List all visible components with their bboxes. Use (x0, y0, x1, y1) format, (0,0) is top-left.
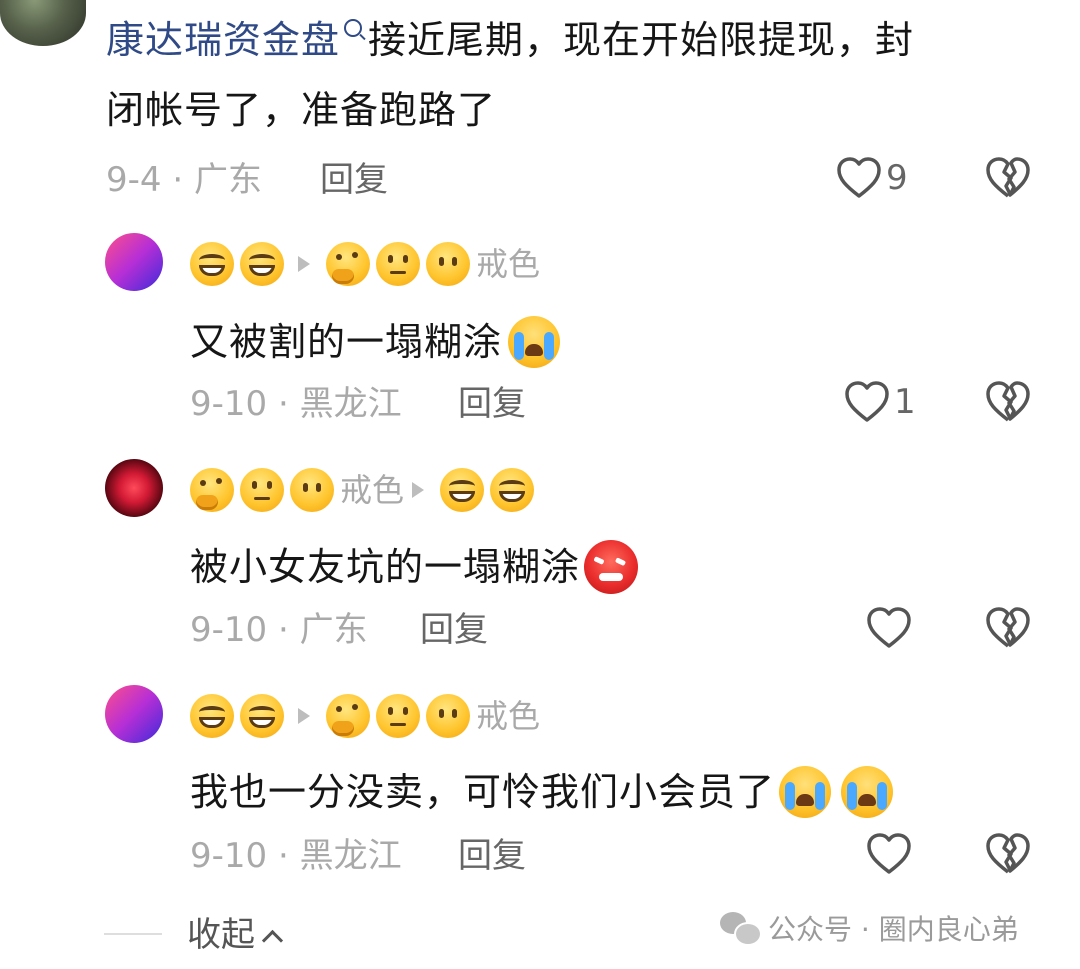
no-mouth-emoji-icon (426, 694, 470, 738)
like-button[interactable]: 9 (836, 156, 908, 200)
crying-emoji-icon (779, 766, 832, 818)
avatar[interactable] (105, 685, 163, 743)
thinking-emoji-icon (190, 468, 234, 512)
thinking-emoji-icon (326, 694, 370, 738)
comment-date-location: 9-10 · 广东 (190, 610, 368, 650)
reply-button[interactable]: 回复 (420, 610, 488, 650)
comment-body: 我也一分没卖，可怜我们小会员了 (190, 770, 776, 814)
reply-arrow-icon (298, 256, 310, 272)
collapse-label: 收起 (187, 915, 255, 955)
search-icon[interactable] (344, 19, 363, 37)
like-count: 1 (894, 382, 916, 422)
divider (104, 933, 162, 935)
like-button[interactable] (866, 832, 916, 876)
reply-arrow-icon (298, 708, 310, 724)
reply-author-row[interactable]: 戒色 (190, 240, 540, 288)
reply-author-row[interactable]: 戒色 (190, 692, 540, 740)
comment-date-location: 9-4 · 广东 (106, 160, 262, 200)
reply-button[interactable]: 回复 (320, 160, 388, 200)
neutral-emoji-icon (376, 242, 420, 286)
avatar[interactable] (0, 0, 86, 46)
grin-emoji-icon (490, 468, 535, 512)
broken-heart-icon (986, 381, 1030, 422)
dislike-button[interactable] (985, 832, 1031, 880)
dislike-button[interactable] (985, 606, 1031, 654)
reply-button[interactable]: 回复 (458, 836, 526, 876)
username-suffix: 戒色 (476, 697, 541, 735)
collapse-button[interactable]: 收起 (187, 915, 284, 955)
comment-body: 被小女友坑的一塌糊涂 (190, 545, 581, 589)
reply-button[interactable]: 回复 (458, 384, 526, 424)
comment-date-location: 9-10 · 黑龙江 (190, 384, 402, 424)
like-button[interactable]: 1 (844, 380, 916, 424)
like-button[interactable] (866, 606, 916, 650)
crying-emoji-icon (841, 766, 894, 818)
wechat-icon (720, 912, 762, 946)
comment-date-location: 9-10 · 黑龙江 (190, 836, 402, 876)
avatar[interactable] (105, 233, 163, 291)
comment-body-line: 接近尾期，现在开始限提现，封 (368, 18, 915, 62)
broken-heart-icon (986, 607, 1030, 648)
heart-icon (867, 833, 911, 874)
grin-emoji-icon (440, 468, 485, 512)
dislike-button[interactable] (985, 156, 1031, 204)
broken-heart-icon (986, 157, 1030, 198)
crying-emoji-icon (508, 316, 561, 368)
grin-emoji-icon (240, 242, 284, 286)
grin-emoji-icon (190, 242, 234, 286)
no-mouth-emoji-icon (290, 468, 334, 512)
broken-heart-icon (986, 833, 1030, 874)
reply-author-row[interactable]: 戒色 (190, 466, 540, 514)
dislike-button[interactable] (985, 380, 1031, 428)
comment-text: 又被割的一塌糊涂 (190, 316, 566, 368)
heart-icon (867, 607, 911, 648)
grin-emoji-icon (240, 694, 284, 738)
chevron-up-icon (261, 929, 284, 952)
watermark-text: 公众号 · 圈内良心弟 (768, 913, 1019, 946)
angry-emoji-icon (584, 540, 639, 594)
heart-icon (845, 381, 889, 422)
thinking-emoji-icon (326, 242, 370, 286)
comment-body: 又被割的一塌糊涂 (190, 320, 503, 364)
username-suffix: 戒色 (476, 245, 541, 283)
comment-text: 被小女友坑的一塌糊涂 (190, 540, 644, 594)
comment-body-line: 闭帐号了，准备跑路了 (106, 88, 497, 132)
watermark: 公众号 · 圈内良心弟 (720, 908, 1019, 948)
grin-emoji-icon (190, 694, 234, 738)
heart-icon (837, 157, 881, 198)
comment-thread: 康达瑞资金盘 接近尾期，现在开始限提现，封 闭帐号了，准备跑路了 9-4 · 广东… (0, 0, 1080, 969)
avatar[interactable] (105, 459, 163, 517)
like-count: 9 (886, 158, 908, 198)
neutral-emoji-icon (376, 694, 420, 738)
comment-text: 康达瑞资金盘 接近尾期，现在开始限提现，封 (106, 18, 915, 62)
username-link[interactable]: 康达瑞资金盘 (106, 18, 340, 62)
username-suffix: 戒色 (340, 471, 405, 509)
comment-text: 我也一分没卖，可怜我们小会员了 (190, 766, 899, 818)
no-mouth-emoji-icon (426, 242, 470, 286)
neutral-emoji-icon (240, 468, 284, 512)
reply-arrow-icon (412, 482, 425, 498)
